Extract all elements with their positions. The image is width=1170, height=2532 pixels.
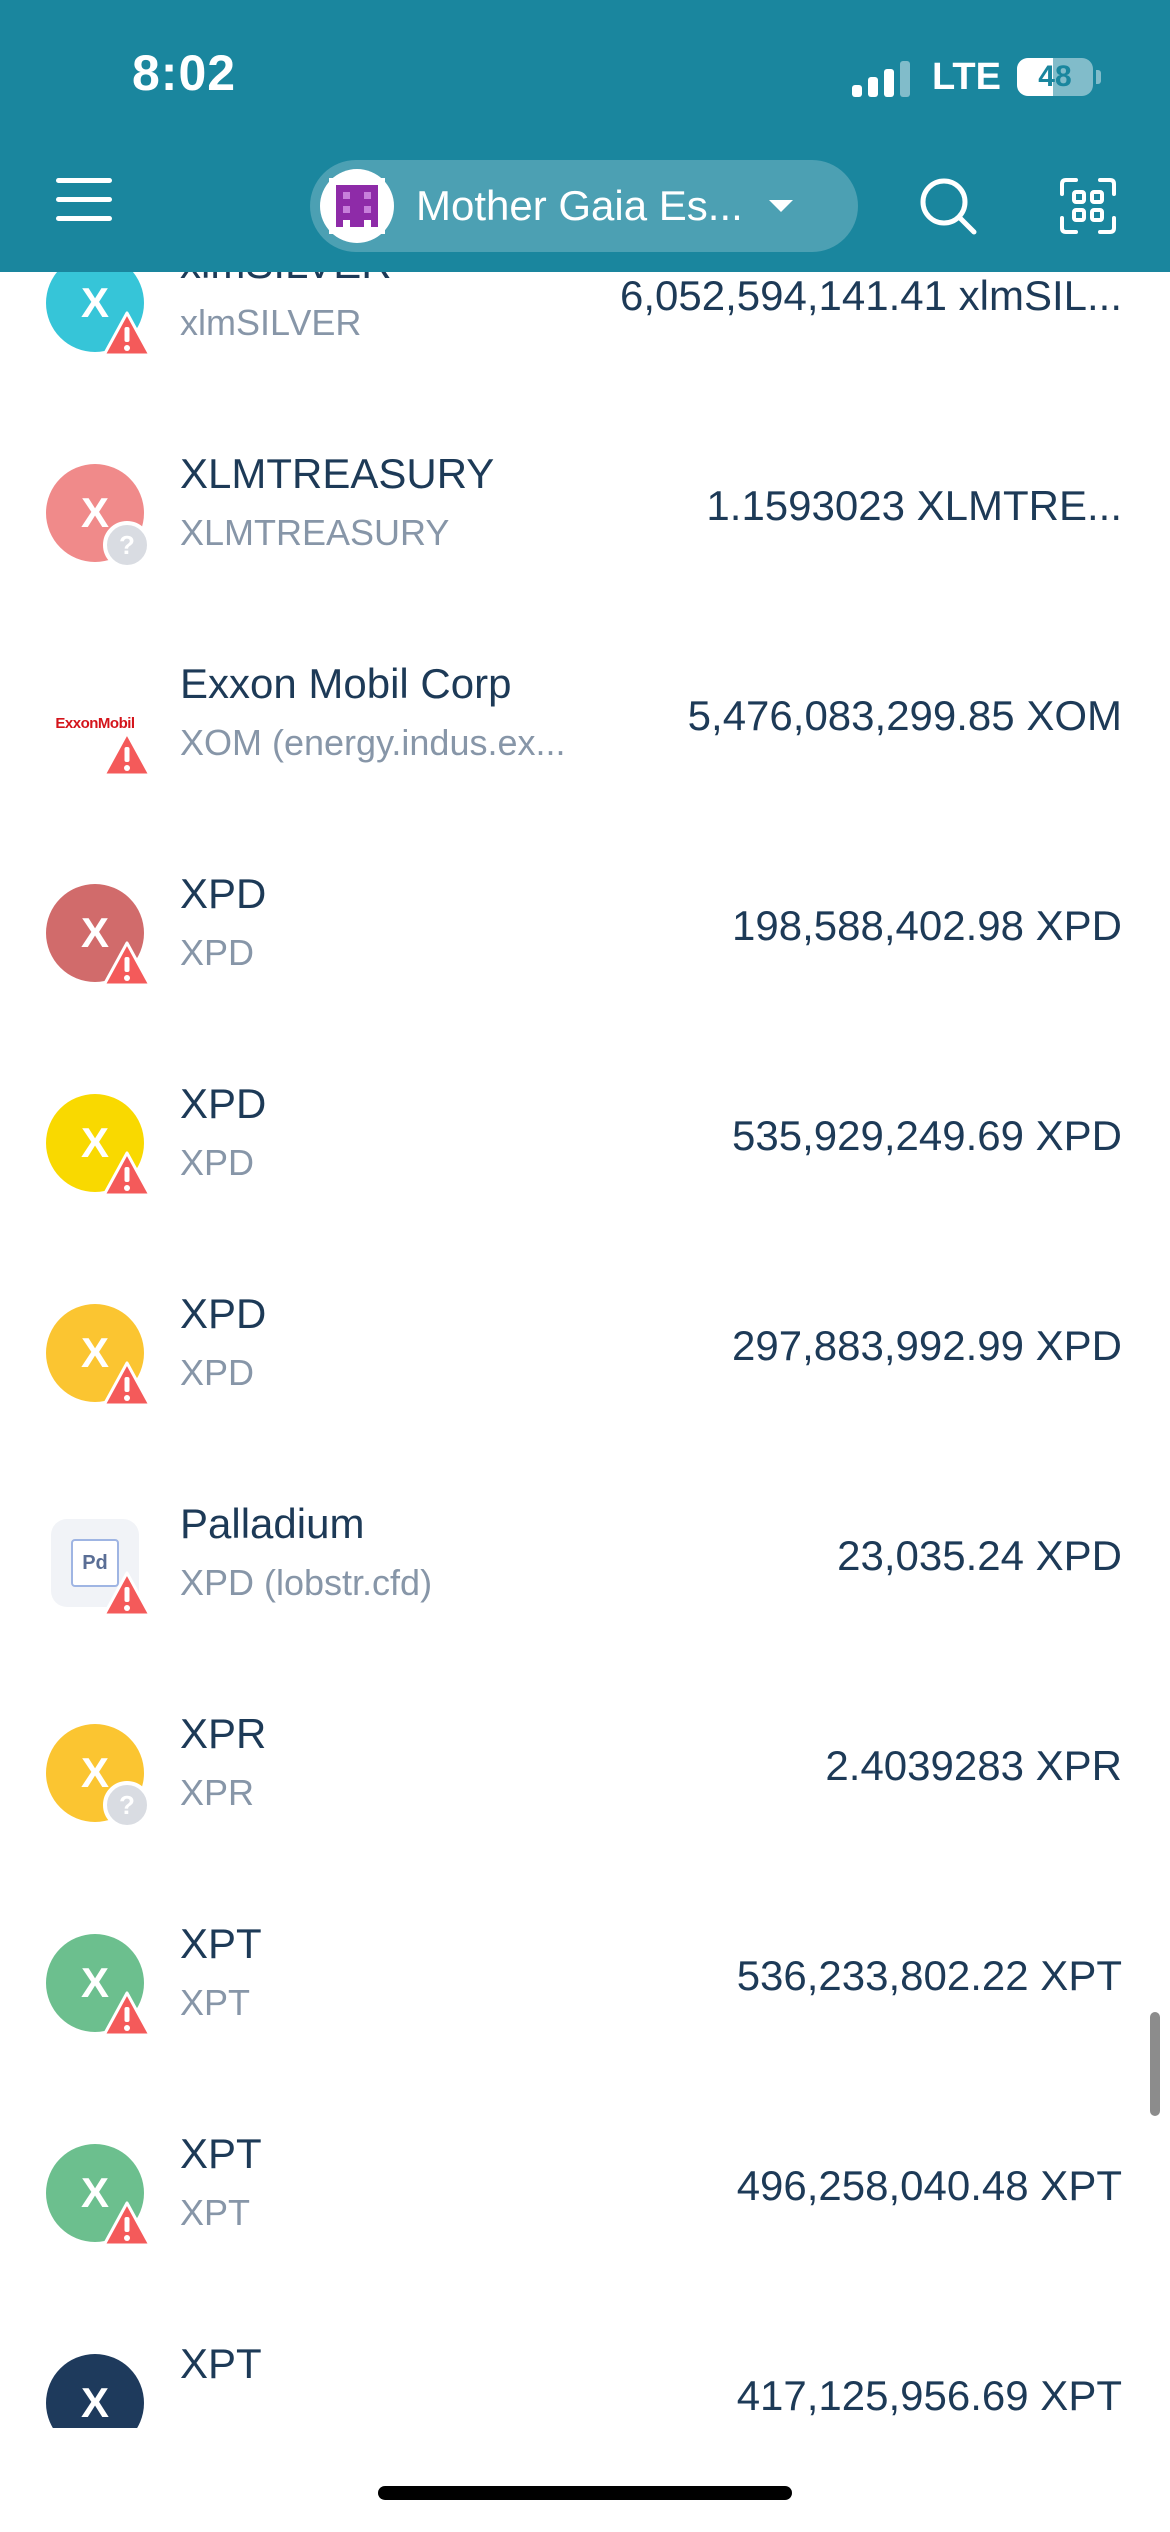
- scrollbar[interactable]: [1150, 2012, 1160, 2116]
- asset-balance: 535,929,249.69 XPD: [732, 1112, 1122, 1159]
- asset-icon: X?: [46, 1724, 151, 1829]
- search-icon[interactable]: [918, 176, 978, 236]
- asset-name: XPT: [180, 2340, 262, 2387]
- asset-code: XPD: [180, 1352, 255, 1393]
- warning-icon: [102, 2200, 152, 2250]
- asset-icon: X: [46, 272, 152, 357]
- asset-row[interactable]: XxlmSILVER xlmSILVER 6,052,594,141.41 xlmS…: [0, 272, 1170, 400]
- asset-name: XPD: [180, 1290, 267, 1337]
- asset-code: XOM (energy.indus.ex...: [180, 722, 566, 763]
- asset-icon: X: [46, 2144, 152, 2247]
- asset-name: XPD: [180, 1080, 267, 1127]
- asset-balance: 198,588,402.98 XPD: [732, 902, 1122, 949]
- asset-list[interactable]: XxlmSILVER xlmSILVER 6,052,594,141.41 xlmS…: [0, 272, 1170, 2428]
- battery-level: 48: [1038, 60, 1072, 93]
- warning-icon: [102, 310, 152, 360]
- asset-name: XLMTREASURY: [180, 450, 495, 497]
- asset-name: XPT: [180, 1920, 262, 1967]
- asset-icon: X: [46, 1094, 152, 1197]
- warning-icon: [102, 730, 152, 780]
- status-indicators: LTE 48: [852, 52, 1101, 102]
- asset-row[interactable]: X XPD XPD 535,929,249.69 XPD: [0, 1030, 1170, 1240]
- question-icon: ?: [102, 1780, 152, 1830]
- asset-icon: X: [46, 1304, 152, 1407]
- top-bar: 8:02 LTE 48 Mother Gaia Es...: [0, 0, 1170, 272]
- asset-row[interactable]: Pd Palladium XPD (lobstr.cfd) 23,035.24 XPD: [0, 1450, 1170, 1660]
- asset-initial: X: [80, 2379, 109, 2426]
- network-type: LTE: [932, 55, 1001, 98]
- battery-icon: 48: [1016, 58, 1093, 96]
- asset-code: XPD (lobstr.cfd): [180, 1562, 433, 1603]
- asset-code: XPD: [180, 932, 255, 973]
- account-selector[interactable]: Mother Gaia Es...: [310, 160, 858, 252]
- asset-icon: ExxonMobil: [46, 674, 152, 777]
- asset-balance: 536,233,802.22 XPT: [736, 1952, 1122, 1999]
- asset-icon: Pd: [46, 1514, 152, 1617]
- asset-row[interactable]: X XPT XPT 536,233,802.22 XPT: [0, 1870, 1170, 2080]
- svg-text:?: ?: [119, 530, 135, 560]
- status-time: 8:02: [132, 45, 237, 101]
- warning-icon: [102, 940, 152, 990]
- home-indicator[interactable]: [378, 2486, 792, 2500]
- warning-icon: [102, 1570, 152, 1620]
- menu-icon[interactable]: [56, 178, 112, 226]
- account-avatar-icon: [320, 169, 394, 243]
- asset-row[interactable]: X XPD XPD 297,883,992.99 XPD: [0, 1240, 1170, 1450]
- asset-balance: 6,052,594,141.41 xlmSIL...: [619, 272, 1122, 319]
- svg-text:?: ?: [119, 1790, 135, 1820]
- asset-row[interactable]: X? XPR XPR 2.4039283 XPR: [0, 1660, 1170, 1870]
- signal-icon: [852, 57, 910, 97]
- asset-icon: X?: [46, 464, 151, 569]
- asset-code: XPT: [180, 1982, 251, 2023]
- asset-balance: 5,476,083,299.85 XOM: [687, 692, 1122, 739]
- scan-icon[interactable]: [1058, 176, 1118, 236]
- asset-row[interactable]: X? XLMTREASURY XLMTREASURY 1.1593023 XLMTRE…: [0, 400, 1170, 610]
- asset-row[interactable]: X XPT XPT 496,258,040.48 XPT: [0, 2080, 1170, 2290]
- asset-name: Palladium: [180, 1500, 365, 1547]
- asset-name: Exxon Mobil Corp: [180, 660, 512, 707]
- asset-name: XPR: [180, 1710, 267, 1757]
- exxonmobil-logo-icon: ExxonMobil: [55, 714, 135, 732]
- asset-icon-circle: X: [46, 2354, 144, 2428]
- asset-name: XPD: [180, 870, 267, 917]
- asset-balance: 417,125,956.69 XPT: [736, 2372, 1122, 2419]
- asset-icon: X: [46, 884, 152, 987]
- warning-icon: [102, 1150, 152, 1200]
- asset-row[interactable]: ExxonMobil Exxon Mobil Corp XOM (energy.in…: [0, 610, 1170, 820]
- asset-row[interactable]: X XPD XPD 198,588,402.98 XPD: [0, 820, 1170, 1030]
- asset-code: XPD: [180, 1142, 255, 1183]
- asset-icon: X: [46, 1934, 152, 2037]
- chevron-down-icon: [768, 200, 793, 212]
- warning-icon: [102, 1360, 152, 1410]
- asset-balance: 496,258,040.48 XPT: [736, 2162, 1122, 2209]
- warning-icon: [102, 1990, 152, 2040]
- battery-tip: [1095, 70, 1101, 84]
- asset-code: xlmSILVER: [180, 302, 362, 343]
- asset-balance: 297,883,992.99 XPD: [732, 1322, 1122, 1369]
- asset-code: XPR: [180, 1772, 255, 1813]
- asset-icon: X: [46, 2354, 146, 2428]
- asset-name: XPT: [180, 2130, 262, 2177]
- asset-balance: 2.4039283 XPR: [825, 1742, 1122, 1789]
- asset-balance: 23,035.24 XPD: [837, 1532, 1122, 1579]
- question-icon: ?: [102, 520, 152, 570]
- asset-code: XPT: [180, 2192, 251, 2233]
- account-name: Mother Gaia Es...: [416, 182, 743, 229]
- asset-balance: 1.1593023 XLMTRE...: [706, 482, 1122, 529]
- asset-name: xlmSILVER: [180, 272, 392, 288]
- asset-row[interactable]: X XPT 417,125,956.69 XPT: [0, 2290, 1170, 2428]
- asset-code: XLMTREASURY: [180, 512, 450, 553]
